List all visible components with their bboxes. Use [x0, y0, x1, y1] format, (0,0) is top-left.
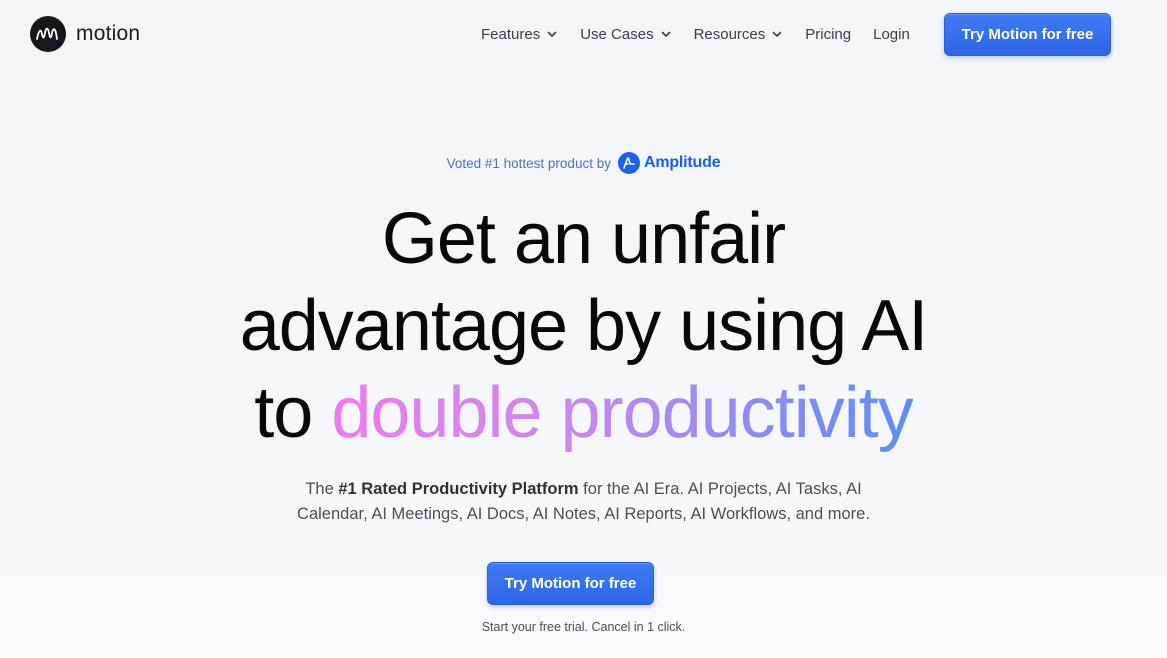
logo-link[interactable]: motion [30, 16, 140, 52]
subcopy-pre: The [305, 480, 339, 498]
nav-item-label: Resources [693, 25, 766, 43]
headline-line-3: to double productivity [0, 370, 1167, 457]
headline-gradient-text: double productivity [331, 373, 913, 453]
nav-item-login[interactable]: Login [873, 26, 910, 43]
amplitude-logo-icon [617, 152, 640, 174]
headline-line-2: advantage by using AI [239, 286, 929, 366]
subcopy-post: for the AI Era. AI Projects, AI Tasks, A… [578, 480, 862, 498]
site-header: motion Features Use Cases Resources Pric… [0, 0, 1167, 68]
amplitude-name: Amplitude [643, 154, 721, 171]
main-nav: Features Use Cases Resources Pricing Log… [481, 22, 932, 46]
nav-item-use-cases[interactable]: Use Cases [580, 26, 671, 43]
nav-item-label: Login [873, 25, 910, 43]
nav-item-label: Features [481, 25, 541, 43]
headline-plain-text: to [254, 373, 332, 453]
subcopy-line-1: The #1 Rated Productivity Platform for t… [0, 477, 1167, 502]
header-try-free-button[interactable]: Try Motion for free [944, 13, 1111, 56]
nav-item-pricing[interactable]: Pricing [805, 26, 851, 43]
hero-try-free-button[interactable]: Try Motion for free [487, 562, 654, 605]
award-badge: Voted #1 hottest product by Amplitude [0, 152, 1167, 174]
subcopy-bold: #1 Rated Productivity Platform [338, 480, 579, 498]
chevron-down-icon [661, 31, 670, 37]
headline-line-1: Get an unfair [381, 199, 786, 279]
nav-item-features[interactable]: Features [481, 26, 558, 43]
chevron-down-icon [547, 31, 557, 37]
nav-item-resources[interactable]: Resources [694, 26, 784, 43]
subcopy-line-2: Calendar, AI Meetings, AI Docs, AI Notes… [297, 505, 870, 523]
trial-note: Start your free trial. Cancel in 1 click… [481, 620, 686, 634]
hero-headline: Get an unfair advantage by using AI to d… [0, 196, 1167, 457]
hero-subcopy: The #1 Rated Productivity Platform for t… [0, 477, 1167, 527]
badge-text: Voted #1 hottest product by [446, 155, 611, 171]
amplitude-brand: Amplitude [617, 152, 721, 174]
nav-item-label: Use Cases [580, 25, 654, 43]
motion-m-icon [30, 16, 66, 52]
chevron-down-icon [772, 31, 782, 37]
nav-item-label: Pricing [805, 25, 852, 43]
logo-text: motion [76, 22, 141, 45]
